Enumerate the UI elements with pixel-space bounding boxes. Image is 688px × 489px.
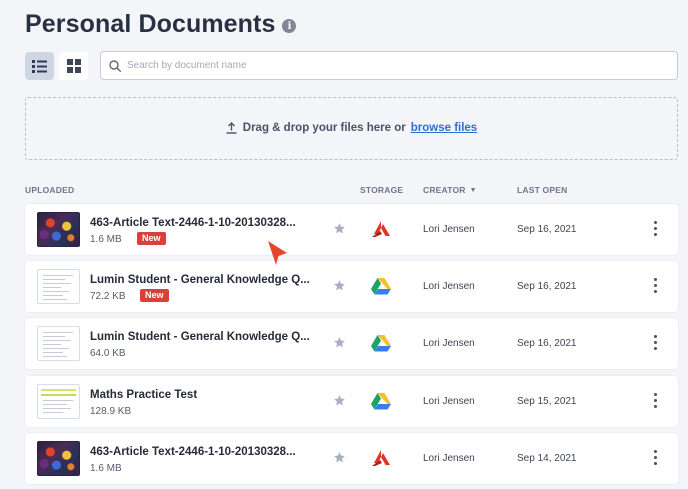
document-creator: Lori Jensen: [423, 396, 475, 407]
page-header: Personal Documents i: [25, 10, 297, 39]
grid-view-icon: [66, 59, 81, 73]
column-header-creator[interactable]: CREATOR ▼: [423, 185, 477, 195]
column-header-last-open[interactable]: LAST OPEN: [517, 185, 567, 195]
document-last-open: Sep 16, 2021: [517, 224, 577, 235]
mouse-cursor-icon: [268, 241, 287, 265]
document-name[interactable]: Lumin Student - General Knowledge Q...: [90, 331, 325, 343]
document-row[interactable]: 463-Article Text-2446-1-10-20130328... 1…: [25, 204, 678, 255]
document-size: 72.2 KB: [90, 291, 126, 302]
google-drive-icon: [371, 335, 391, 352]
document-last-open: Sep 16, 2021: [517, 338, 577, 349]
document-name[interactable]: Lumin Student - General Knowledge Q...: [90, 274, 325, 286]
document-last-open: Sep 16, 2021: [517, 281, 577, 292]
column-header-creator-label: CREATOR: [423, 185, 466, 195]
more-options-icon[interactable]: [651, 393, 659, 408]
document-last-open: Sep 14, 2021: [517, 453, 577, 464]
file-dropzone[interactable]: Drag & drop your files here or browse fi…: [25, 97, 678, 160]
document-creator: Lori Jensen: [423, 224, 475, 235]
search-input[interactable]: [127, 60, 627, 71]
browse-files-link[interactable]: browse files: [411, 122, 477, 134]
more-options-icon[interactable]: [651, 221, 659, 236]
lumin-storage-icon: [372, 221, 390, 237]
dropzone-text: Drag & drop your files here or: [242, 121, 406, 134]
list-view-icon: [32, 59, 47, 73]
document-creator: Lori Jensen: [423, 453, 475, 464]
document-creator: Lori Jensen: [423, 338, 475, 349]
more-options-icon[interactable]: [651, 278, 659, 293]
google-drive-icon: [371, 393, 391, 410]
document-size: 1.6 MB: [90, 234, 122, 245]
grid-view-button[interactable]: [59, 52, 88, 80]
document-thumbnail[interactable]: [37, 269, 80, 304]
document-row[interactable]: Lumin Student - General Knowledge Q... 6…: [25, 318, 678, 369]
document-name[interactable]: 463-Article Text-2446-1-10-20130328...: [90, 217, 325, 229]
star-icon[interactable]: [333, 279, 346, 292]
star-icon[interactable]: [333, 336, 346, 349]
document-row[interactable]: Maths Practice Test 128.9 KB Lori Jensen…: [25, 376, 678, 427]
search-icon: [109, 59, 121, 72]
document-thumbnail[interactable]: [37, 384, 80, 419]
document-row[interactable]: Lumin Student - General Knowledge Q... 7…: [25, 261, 678, 312]
new-badge: New: [140, 289, 169, 302]
document-size: 128.9 KB: [90, 406, 132, 417]
google-drive-icon: [371, 278, 391, 295]
column-header-storage: STORAGE: [360, 185, 404, 195]
upload-icon: [226, 121, 237, 134]
document-size: 1.6 MB: [90, 463, 122, 474]
list-view-button[interactable]: [25, 52, 54, 80]
document-last-open: Sep 15, 2021: [517, 396, 577, 407]
more-options-icon[interactable]: [651, 335, 659, 350]
document-row[interactable]: 463-Article Text-2446-1-10-20130328... 1…: [25, 433, 678, 484]
new-badge: New: [137, 232, 166, 245]
search-box[interactable]: [100, 51, 678, 80]
document-name[interactable]: Maths Practice Test: [90, 389, 325, 401]
page-title: Personal Documents: [25, 10, 276, 38]
document-name[interactable]: 463-Article Text-2446-1-10-20130328...: [90, 446, 325, 458]
document-thumbnail[interactable]: [37, 441, 80, 476]
star-icon[interactable]: [333, 222, 346, 235]
document-thumbnail[interactable]: [37, 212, 80, 247]
info-icon[interactable]: i: [282, 19, 297, 33]
more-options-icon[interactable]: [651, 450, 659, 465]
lumin-storage-icon: [372, 450, 390, 466]
sort-caret-icon: ▼: [469, 186, 477, 194]
star-icon[interactable]: [333, 394, 346, 407]
document-thumbnail[interactable]: [37, 326, 80, 361]
document-creator: Lori Jensen: [423, 281, 475, 292]
star-icon[interactable]: [333, 451, 346, 464]
document-size: 64.0 KB: [90, 348, 126, 359]
column-header-uploaded[interactable]: UPLOADED: [25, 185, 74, 195]
